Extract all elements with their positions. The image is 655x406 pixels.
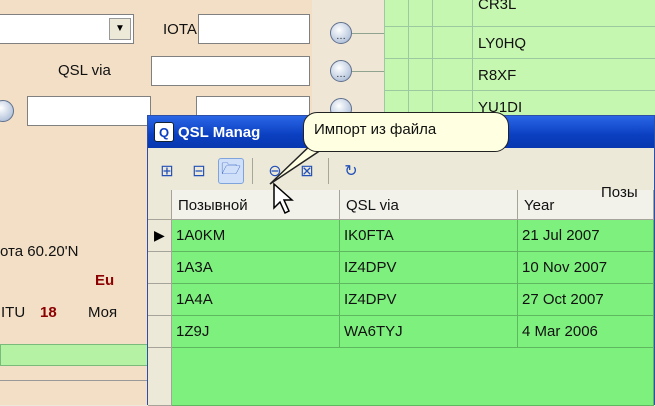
table-cell[interactable]: IK0FTA — [340, 220, 518, 252]
row-indicator — [148, 284, 172, 316]
iota-label: IOTA — [163, 21, 197, 38]
table-cell[interactable]: 1Z9J — [172, 316, 340, 348]
app-icon: Q — [154, 122, 174, 142]
tooltip: Импорт из файла — [303, 112, 509, 152]
current-row-marker: ▶ — [148, 220, 172, 252]
toolbar-separator — [252, 158, 253, 184]
status-bar — [0, 344, 148, 366]
column-header-qsl-via[interactable]: QSL via — [340, 190, 518, 220]
ellipsis-button[interactable]: … — [330, 60, 352, 82]
continent-value: Eu — [95, 272, 115, 289]
row-indicator — [148, 252, 172, 284]
grid-line — [384, 90, 655, 91]
iota-field[interactable] — [198, 14, 310, 44]
grid-line — [384, 26, 655, 27]
itu-label: ITU — [1, 304, 26, 321]
itu-value: 18 — [40, 304, 57, 321]
trailing-label: Моя — [88, 304, 118, 321]
toolbar: ⊞ ⊟ 🗁 ⊖ ⊠ ↻ — [148, 148, 654, 190]
table-row[interactable] — [172, 348, 654, 406]
table-cell[interactable]: IZ4DPV — [340, 284, 518, 316]
toolbar-trailing-label: Позы — [601, 184, 638, 201]
table-cell[interactable]: 1A3A — [172, 252, 340, 284]
table-cell[interactable]: IZ4DPV — [340, 252, 518, 284]
qsl-table: Позывной QSL via Year ▶ 1A0KM IK0FTA 21 … — [148, 190, 654, 406]
table-cell[interactable]: WA6TYJ — [340, 316, 518, 348]
connector-line — [352, 71, 384, 72]
callsign-list-item[interactable]: LY0HQ — [478, 35, 526, 52]
divider — [0, 380, 148, 381]
window-title: QSL Manag — [178, 124, 261, 141]
indicator-header — [148, 190, 172, 220]
column-header-callsign[interactable]: Позывной — [172, 190, 340, 220]
callsign-list-item[interactable]: R8XF — [478, 67, 516, 84]
row-indicator — [148, 316, 172, 348]
chevron-down-icon[interactable]: ▼ — [109, 18, 131, 40]
table-cell[interactable]: 27 Oct 2007 — [518, 284, 654, 316]
row-indicator — [148, 348, 172, 406]
mouse-cursor-icon — [273, 182, 294, 215]
table-cell[interactable]: 4 Mar 2006 — [518, 316, 654, 348]
table-cell[interactable]: 21 Jul 2007 — [518, 220, 654, 252]
import-from-file-icon[interactable]: 🗁 — [218, 158, 244, 184]
table-cell[interactable]: 10 Nov 2007 — [518, 252, 654, 284]
add-record-icon[interactable]: ⊞ — [154, 158, 180, 184]
table-cell[interactable]: 1A4A — [172, 284, 340, 316]
connector-line — [352, 33, 384, 34]
edit-record-icon[interactable]: ⊟ — [186, 158, 212, 184]
ellipsis-button[interactable]: … — [330, 22, 352, 44]
qsl-manager-window: Q QSL Manag ⊞ ⊟ 🗁 ⊖ ⊠ ↻ Позывной QSL via… — [147, 115, 655, 406]
text-field[interactable] — [27, 96, 151, 126]
callsign-list-item[interactable]: CR3L — [478, 0, 516, 13]
latitude-text: ота 60.20'N — [0, 243, 79, 260]
refresh-icon[interactable]: ↻ — [338, 158, 364, 184]
table-cell[interactable]: 1A0KM — [172, 220, 340, 252]
combo-field[interactable]: ▼ — [0, 14, 134, 44]
qsl-via-label: QSL via — [58, 62, 111, 79]
qsl-via-field[interactable] — [151, 56, 310, 86]
grid-line — [384, 58, 655, 59]
